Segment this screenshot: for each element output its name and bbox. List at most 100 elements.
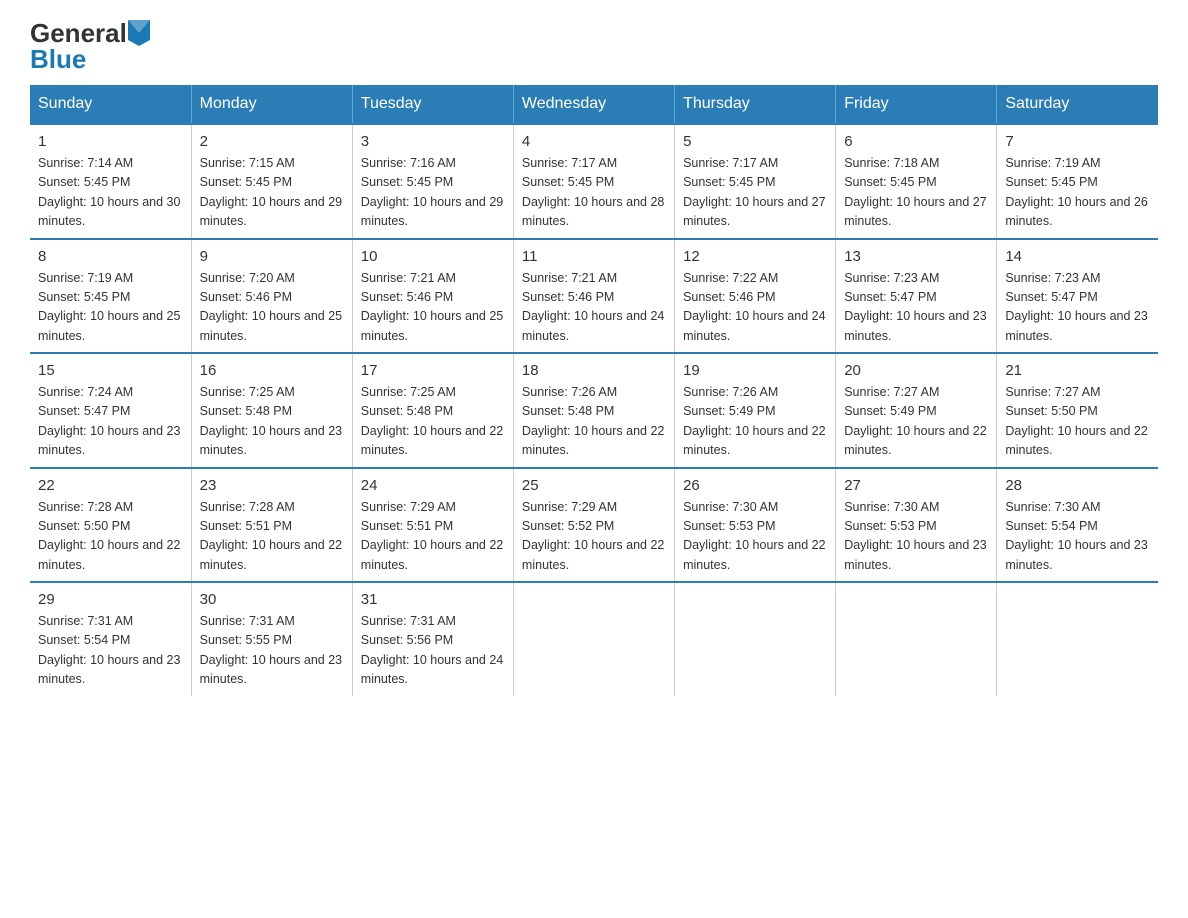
day-info: Sunrise: 7:29 AMSunset: 5:51 PMDaylight:… [361,498,505,576]
day-number: 19 [683,362,827,379]
day-info: Sunrise: 7:16 AMSunset: 5:45 PMDaylight:… [361,154,505,232]
day-number: 17 [361,362,505,379]
day-info: Sunrise: 7:30 AMSunset: 5:54 PMDaylight:… [1005,498,1150,576]
day-info: Sunrise: 7:15 AMSunset: 5:45 PMDaylight:… [200,154,344,232]
day-number: 10 [361,248,505,265]
day-cell-13: 13 Sunrise: 7:23 AMSunset: 5:47 PMDayligh… [836,239,997,354]
day-info: Sunrise: 7:21 AMSunset: 5:46 PMDaylight:… [522,269,666,347]
day-number: 25 [522,477,666,494]
day-number: 2 [200,133,344,150]
day-info: Sunrise: 7:31 AMSunset: 5:56 PMDaylight:… [361,612,505,690]
day-info: Sunrise: 7:14 AMSunset: 5:45 PMDaylight:… [38,154,183,232]
header-monday: Monday [191,85,352,124]
day-cell-22: 22 Sunrise: 7:28 AMSunset: 5:50 PMDayligh… [30,468,191,583]
day-info: Sunrise: 7:31 AMSunset: 5:55 PMDaylight:… [200,612,344,690]
day-cell-27: 27 Sunrise: 7:30 AMSunset: 5:53 PMDayligh… [836,468,997,583]
day-cell-8: 8 Sunrise: 7:19 AMSunset: 5:45 PMDaylight… [30,239,191,354]
day-info: Sunrise: 7:20 AMSunset: 5:46 PMDaylight:… [200,269,344,347]
day-info: Sunrise: 7:17 AMSunset: 5:45 PMDaylight:… [683,154,827,232]
day-number: 30 [200,591,344,608]
day-cell-11: 11 Sunrise: 7:21 AMSunset: 5:46 PMDayligh… [513,239,674,354]
header-tuesday: Tuesday [352,85,513,124]
week-row-2: 8 Sunrise: 7:19 AMSunset: 5:45 PMDaylight… [30,239,1158,354]
header-wednesday: Wednesday [513,85,674,124]
day-cell-20: 20Sunrise: 7:27 AMSunset: 5:49 PMDayligh… [836,353,997,468]
day-cell-30: 30 Sunrise: 7:31 AMSunset: 5:55 PMDayligh… [191,582,352,696]
day-cell-15: 15 Sunrise: 7:24 AMSunset: 5:47 PMDayligh… [30,353,191,468]
day-info: Sunrise: 7:31 AMSunset: 5:54 PMDaylight:… [38,612,183,690]
day-info: Sunrise: 7:22 AMSunset: 5:46 PMDaylight:… [683,269,827,347]
day-number: 16 [200,362,344,379]
week-row-3: 15 Sunrise: 7:24 AMSunset: 5:47 PMDayligh… [30,353,1158,468]
day-cell-28: 28 Sunrise: 7:30 AMSunset: 5:54 PMDayligh… [997,468,1158,583]
day-number: 23 [200,477,344,494]
day-cell-9: 9Sunrise: 7:20 AMSunset: 5:46 PMDaylight… [191,239,352,354]
header-saturday: Saturday [997,85,1158,124]
day-number: 12 [683,248,827,265]
logo: General Blue [30,20,150,75]
day-cell-17: 17 Sunrise: 7:25 AMSunset: 5:48 PMDayligh… [352,353,513,468]
week-row-4: 22 Sunrise: 7:28 AMSunset: 5:50 PMDayligh… [30,468,1158,583]
day-number: 13 [844,248,988,265]
day-cell-6: 6 Sunrise: 7:18 AMSunset: 5:45 PMDaylight… [836,124,997,239]
day-info: Sunrise: 7:18 AMSunset: 5:45 PMDaylight:… [844,154,988,232]
day-cell-18: 18 Sunrise: 7:26 AMSunset: 5:48 PMDayligh… [513,353,674,468]
day-number: 18 [522,362,666,379]
day-cell-10: 10Sunrise: 7:21 AMSunset: 5:46 PMDayligh… [352,239,513,354]
day-cell-12: 12 Sunrise: 7:22 AMSunset: 5:46 PMDayligh… [675,239,836,354]
day-cell-14: 14 Sunrise: 7:23 AMSunset: 5:47 PMDayligh… [997,239,1158,354]
day-number: 6 [844,133,988,150]
week-row-5: 29 Sunrise: 7:31 AMSunset: 5:54 PMDayligh… [30,582,1158,696]
day-number: 7 [1005,133,1150,150]
day-info: Sunrise: 7:27 AMSunset: 5:49 PMDaylight:… [844,383,988,461]
day-cell-29: 29 Sunrise: 7:31 AMSunset: 5:54 PMDayligh… [30,582,191,696]
day-number: 15 [38,362,183,379]
day-number: 8 [38,248,183,265]
day-info: Sunrise: 7:28 AMSunset: 5:50 PMDaylight:… [38,498,183,576]
empty-cell [675,582,836,696]
day-cell-21: 21Sunrise: 7:27 AMSunset: 5:50 PMDayligh… [997,353,1158,468]
logo-blue-text: Blue [30,44,86,75]
day-cell-16: 16 Sunrise: 7:25 AMSunset: 5:48 PMDayligh… [191,353,352,468]
day-cell-3: 3Sunrise: 7:16 AMSunset: 5:45 PMDaylight… [352,124,513,239]
day-cell-31: 31 Sunrise: 7:31 AMSunset: 5:56 PMDayligh… [352,582,513,696]
day-info: Sunrise: 7:19 AMSunset: 5:45 PMDaylight:… [38,269,183,347]
empty-cell [836,582,997,696]
header-sunday: Sunday [30,85,191,124]
day-cell-4: 4Sunrise: 7:17 AMSunset: 5:45 PMDaylight… [513,124,674,239]
week-row-1: 1Sunrise: 7:14 AMSunset: 5:45 PMDaylight… [30,124,1158,239]
day-cell-24: 24 Sunrise: 7:29 AMSunset: 5:51 PMDayligh… [352,468,513,583]
day-cell-26: 26Sunrise: 7:30 AMSunset: 5:53 PMDayligh… [675,468,836,583]
day-number: 29 [38,591,183,608]
day-cell-25: 25Sunrise: 7:29 AMSunset: 5:52 PMDayligh… [513,468,674,583]
day-cell-5: 5Sunrise: 7:17 AMSunset: 5:45 PMDaylight… [675,124,836,239]
day-info: Sunrise: 7:30 AMSunset: 5:53 PMDaylight:… [844,498,988,576]
day-number: 24 [361,477,505,494]
day-info: Sunrise: 7:24 AMSunset: 5:47 PMDaylight:… [38,383,183,461]
day-number: 22 [38,477,183,494]
day-cell-23: 23 Sunrise: 7:28 AMSunset: 5:51 PMDayligh… [191,468,352,583]
day-number: 27 [844,477,988,494]
logo-triangle-icon [128,20,150,46]
day-info: Sunrise: 7:25 AMSunset: 5:48 PMDaylight:… [361,383,505,461]
day-cell-1: 1Sunrise: 7:14 AMSunset: 5:45 PMDaylight… [30,124,191,239]
page-header: General Blue [30,20,1158,75]
day-number: 31 [361,591,505,608]
day-cell-19: 19 Sunrise: 7:26 AMSunset: 5:49 PMDayligh… [675,353,836,468]
day-info: Sunrise: 7:25 AMSunset: 5:48 PMDaylight:… [200,383,344,461]
day-info: Sunrise: 7:26 AMSunset: 5:49 PMDaylight:… [683,383,827,461]
day-info: Sunrise: 7:23 AMSunset: 5:47 PMDaylight:… [1005,269,1150,347]
day-number: 28 [1005,477,1150,494]
day-info: Sunrise: 7:27 AMSunset: 5:50 PMDaylight:… [1005,383,1150,461]
day-info: Sunrise: 7:23 AMSunset: 5:47 PMDaylight:… [844,269,988,347]
day-number: 11 [522,248,666,265]
empty-cell [997,582,1158,696]
day-info: Sunrise: 7:17 AMSunset: 5:45 PMDaylight:… [522,154,666,232]
day-number: 14 [1005,248,1150,265]
day-cell-2: 2 Sunrise: 7:15 AMSunset: 5:45 PMDaylight… [191,124,352,239]
day-cell-7: 7Sunrise: 7:19 AMSunset: 5:45 PMDaylight… [997,124,1158,239]
day-info: Sunrise: 7:26 AMSunset: 5:48 PMDaylight:… [522,383,666,461]
header-thursday: Thursday [675,85,836,124]
header-friday: Friday [836,85,997,124]
day-info: Sunrise: 7:28 AMSunset: 5:51 PMDaylight:… [200,498,344,576]
